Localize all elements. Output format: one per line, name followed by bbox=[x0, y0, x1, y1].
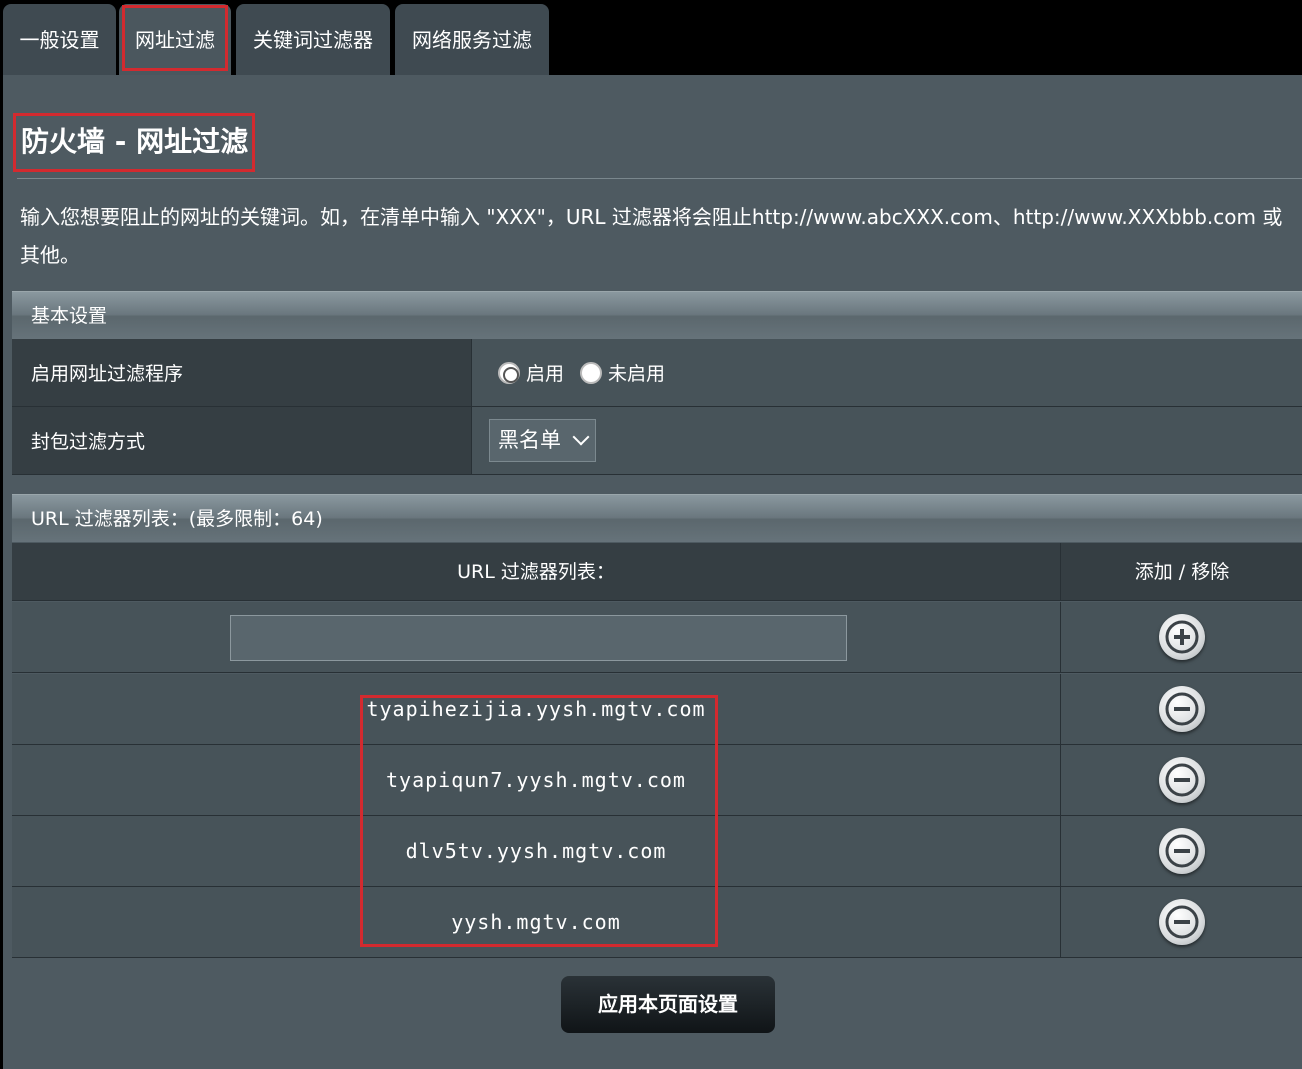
add-url-button[interactable] bbox=[1159, 614, 1205, 660]
url-input[interactable] bbox=[230, 615, 847, 661]
plus-icon bbox=[1165, 620, 1199, 654]
tab-network-service-filter[interactable]: 网络服务过滤 bbox=[395, 4, 549, 76]
remove-url-button[interactable] bbox=[1159, 828, 1205, 874]
page-description: 输入您想要阻止的网址的关键词。如，在清单中输入 "XXX"，URL 过滤器将会阻… bbox=[20, 205, 1283, 267]
enable-off-label[interactable]: 未启用 bbox=[608, 359, 665, 386]
url-list-header: URL 过滤器列表：(最多限制：64) bbox=[12, 494, 1302, 542]
filter-mode-label: 封包过滤方式 bbox=[12, 407, 472, 474]
remove-url-button[interactable] bbox=[1159, 686, 1205, 732]
enable-on-label[interactable]: 启用 bbox=[526, 359, 564, 386]
remove-url-button[interactable] bbox=[1159, 757, 1205, 803]
url-column-header: URL 过滤器列表： bbox=[12, 543, 1061, 600]
title-highlight-box bbox=[13, 113, 255, 172]
filter-mode-value: 黑名单 bbox=[498, 428, 561, 452]
tab-highlight-box bbox=[122, 5, 228, 71]
remove-url-button[interactable] bbox=[1159, 899, 1205, 945]
url-input-cell bbox=[12, 602, 1061, 672]
basic-settings-header: 基本设置 bbox=[12, 291, 1302, 339]
minus-icon bbox=[1165, 763, 1199, 797]
title-divider bbox=[17, 178, 1302, 179]
action-column-header: 添加 / 移除 bbox=[1134, 561, 1230, 583]
tab-keyword-filter[interactable]: 关键词过滤器 bbox=[236, 4, 390, 76]
minus-icon bbox=[1165, 834, 1199, 868]
enable-on-radio[interactable] bbox=[498, 361, 520, 384]
url-list-highlight-box bbox=[360, 695, 718, 947]
minus-icon bbox=[1165, 692, 1199, 726]
filter-mode-row: 封包过滤方式 黑名单 bbox=[12, 407, 1302, 475]
tab-bar: 一般设置 网址过滤 关键词过滤器 网络服务过滤 bbox=[0, 0, 1302, 76]
enable-off-radio[interactable] bbox=[580, 361, 603, 384]
tab-general[interactable]: 一般设置 bbox=[3, 4, 116, 76]
url-table-header: URL 过滤器列表： 添加 / 移除 bbox=[12, 543, 1302, 601]
apply-button[interactable]: 应用本页面设置 bbox=[561, 976, 775, 1033]
filter-mode-select[interactable]: 黑名单 bbox=[489, 419, 596, 462]
chevron-down-icon bbox=[572, 428, 590, 446]
add-cell bbox=[1062, 602, 1302, 672]
minus-icon bbox=[1165, 905, 1199, 939]
enable-radio-group: 启用 未启用 bbox=[498, 339, 681, 406]
enable-filter-label: 启用网址过滤程序 bbox=[12, 339, 472, 406]
url-input-row bbox=[12, 602, 1302, 673]
enable-filter-row: 启用网址过滤程序 启用 未启用 bbox=[12, 339, 1302, 407]
